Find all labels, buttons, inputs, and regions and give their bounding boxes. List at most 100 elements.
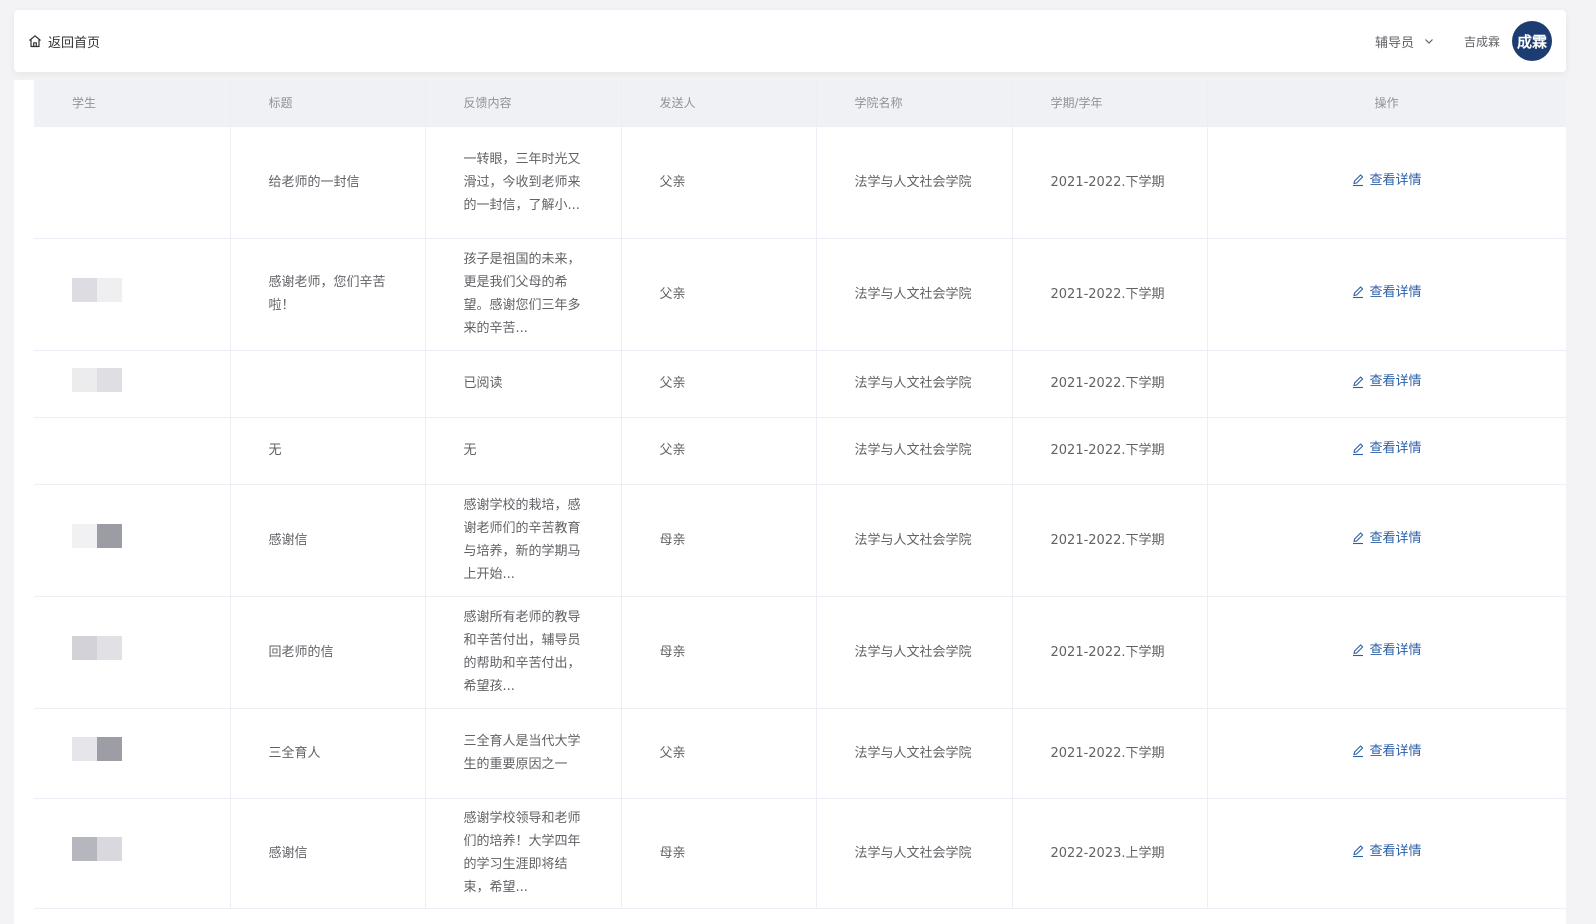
top-header: 返回首页 辅导员 吉成霖 成霖 xyxy=(14,10,1566,72)
view-detail-label: 查看详情 xyxy=(1369,530,1422,546)
view-detail-button[interactable]: 查看详情 xyxy=(1351,370,1422,393)
college-cell: 法学与人文社会学院 xyxy=(816,238,1013,351)
college-cell: 法学与人文社会学院 xyxy=(816,484,1013,597)
column-header-term: 学期/学年 xyxy=(1012,80,1208,127)
feedback-table: 学生 标题 反馈内容 发送人 学院名称 学期/学年 操作 给老师的一封信 一转眼，… xyxy=(34,80,1566,909)
chevron-down-icon xyxy=(1425,39,1433,44)
content-panel: 学生 标题 反馈内容 发送人 学院名称 学期/学年 操作 给老师的一封信 一转眼，… xyxy=(14,80,1566,924)
sender-cell: 父亲 xyxy=(621,417,817,485)
edit-icon xyxy=(1353,174,1364,187)
role-dropdown[interactable]: 辅导员 xyxy=(1375,32,1434,51)
user-area: 辅导员 吉成霖 成霖 xyxy=(1375,21,1552,61)
term-cell: 2021-2022.下学期 xyxy=(1012,126,1208,239)
edit-icon xyxy=(1353,845,1364,858)
student-cell xyxy=(34,350,231,418)
column-header-title: 标题 xyxy=(230,80,426,127)
view-detail-button[interactable]: 查看详情 xyxy=(1351,639,1422,662)
student-cell xyxy=(34,798,231,909)
edit-icon xyxy=(1353,376,1364,388)
college-cell: 法学与人文社会学院 xyxy=(816,596,1013,709)
action-cell: 查看详情 xyxy=(1207,596,1566,709)
table-row: 感谢信 感谢学校的栽培，感谢老师们的辛苦教育与培养，新的学期马上开始... 母亲 法学… xyxy=(34,484,1566,597)
back-home-label: 返回首页 xyxy=(48,35,101,51)
column-header-sender: 发送人 xyxy=(621,80,817,127)
action-cell: 查看详情 xyxy=(1207,350,1566,418)
view-detail-label: 查看详情 xyxy=(1369,843,1422,859)
view-detail-label: 查看详情 xyxy=(1369,284,1422,300)
back-home-link[interactable]: 返回首页 xyxy=(28,32,100,51)
term-cell: 2021-2022.下学期 xyxy=(1012,417,1208,485)
view-detail-button[interactable]: 查看详情 xyxy=(1351,527,1422,550)
student-cell xyxy=(34,708,231,799)
username: 吉成霖 xyxy=(1463,34,1500,49)
student-cell xyxy=(34,596,231,709)
edit-icon xyxy=(1353,745,1364,758)
home-icon xyxy=(29,35,41,48)
column-header-student: 学生 xyxy=(34,80,231,127)
student-cell xyxy=(34,238,231,351)
action-cell: 查看详情 xyxy=(1207,238,1566,351)
title-cell: 感谢老师，您们辛苦啦！ xyxy=(230,238,426,351)
college-cell: 法学与人文社会学院 xyxy=(816,350,1013,418)
title-cell: 无 xyxy=(230,417,426,485)
view-detail-button[interactable]: 查看详情 xyxy=(1351,840,1422,863)
term-cell: 2021-2022.下学期 xyxy=(1012,350,1208,418)
content-cell: 感谢学校的栽培，感谢老师们的辛苦教育与培养，新的学期马上开始... xyxy=(425,484,622,597)
content-cell: 感谢学校领导和老师们的培养！大学四年的学习生涯即将结束，希望... xyxy=(425,798,622,909)
student-avatar xyxy=(72,524,122,548)
edit-icon xyxy=(1353,286,1364,299)
action-cell: 查看详情 xyxy=(1207,126,1566,239)
column-header-college: 学院名称 xyxy=(816,80,1013,127)
title-cell: 三全育人 xyxy=(230,708,426,799)
view-detail-label: 查看详情 xyxy=(1369,743,1422,759)
content-cell: 孩子是祖国的未来，更是我们父母的希望。感谢您们三年多来的辛苦... xyxy=(425,238,622,351)
action-cell: 查看详情 xyxy=(1207,798,1566,909)
title-cell: 给老师的一封信 xyxy=(230,126,426,239)
column-header-action: 操作 xyxy=(1207,80,1566,127)
table-row: 感谢信 感谢学校领导和老师们的培养！大学四年的学习生涯即将结束，希望... 母亲 法学… xyxy=(34,798,1566,909)
content-cell: 无 xyxy=(425,417,622,485)
term-cell: 2021-2022.下学期 xyxy=(1012,708,1208,799)
sender-cell: 父亲 xyxy=(621,708,817,799)
title-cell xyxy=(230,350,426,418)
college-cell: 法学与人文社会学院 xyxy=(816,708,1013,799)
table-row: 给老师的一封信 一转眼，三年时光又滑过，今收到老师来的一封信，了解小... 父亲 法学… xyxy=(34,126,1566,239)
sender-cell: 父亲 xyxy=(621,350,817,418)
view-detail-label: 查看详情 xyxy=(1369,172,1422,188)
table-row: 无无父亲 法学与人文社会学院 2021-2022.下学期 查看详情 xyxy=(34,417,1566,485)
content-cell: 已阅读 xyxy=(425,350,622,418)
student-avatar xyxy=(72,434,122,459)
student-cell xyxy=(34,126,231,239)
title-cell: 感谢信 xyxy=(230,798,426,909)
view-detail-button[interactable]: 查看详情 xyxy=(1351,437,1422,460)
table-row: 回老师的信 感谢所有老师的教导和辛苦付出，辅导员的帮助和辛苦付出，希望孩... 母亲… xyxy=(34,596,1566,709)
view-detail-button[interactable]: 查看详情 xyxy=(1351,740,1422,763)
view-detail-button[interactable]: 查看详情 xyxy=(1351,281,1422,304)
view-detail-button[interactable]: 查看详情 xyxy=(1351,169,1422,192)
term-cell: 2021-2022.下学期 xyxy=(1012,238,1208,351)
sender-cell: 母亲 xyxy=(621,484,817,597)
student-avatar xyxy=(72,166,122,190)
avatar[interactable]: 成霖 xyxy=(1512,21,1552,61)
view-detail-label: 查看详情 xyxy=(1369,642,1422,658)
sender-cell: 父亲 xyxy=(621,238,817,351)
sender-cell: 母亲 xyxy=(621,596,817,709)
table-row: 已阅读 父亲 法学与人文社会学院 2021-2022.下学期 查看详情 xyxy=(34,350,1566,418)
edit-icon xyxy=(1353,644,1364,657)
student-avatar xyxy=(72,837,122,861)
student-cell xyxy=(34,484,231,597)
title-cell: 回老师的信 xyxy=(230,596,426,709)
view-detail-label: 查看详情 xyxy=(1369,374,1422,390)
content-cell: 一转眼，三年时光又滑过，今收到老师来的一封信，了解小... xyxy=(425,126,622,239)
college-cell: 法学与人文社会学院 xyxy=(816,798,1013,909)
student-avatar xyxy=(72,737,122,761)
view-detail-label: 查看详情 xyxy=(1369,441,1422,457)
sender-cell: 母亲 xyxy=(621,798,817,909)
student-avatar xyxy=(72,367,122,392)
student-avatar xyxy=(72,636,122,660)
action-cell: 查看详情 xyxy=(1207,484,1566,597)
title-cell: 感谢信 xyxy=(230,484,426,597)
edit-icon xyxy=(1353,532,1364,545)
term-cell: 2021-2022.下学期 xyxy=(1012,484,1208,597)
college-cell: 法学与人文社会学院 xyxy=(816,417,1013,485)
